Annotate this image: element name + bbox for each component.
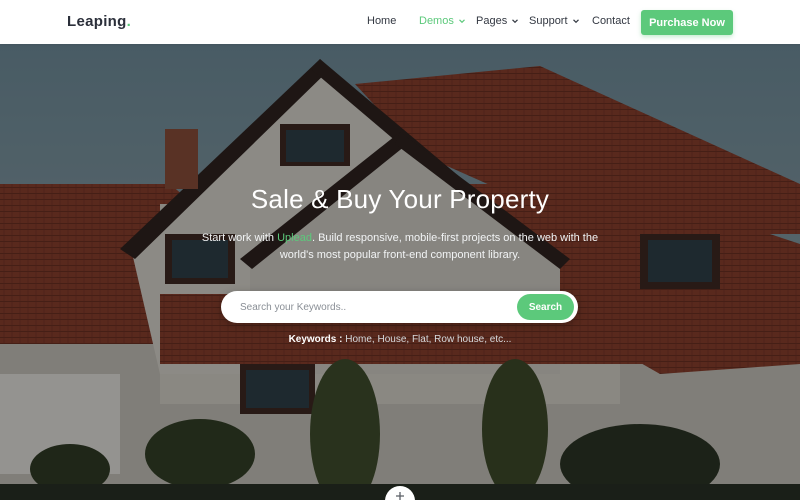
nav-demos-label: Demos <box>419 15 454 27</box>
plus-icon <box>396 492 404 500</box>
nav-contact[interactable]: Contact <box>592 15 630 27</box>
search-button[interactable]: Search <box>517 294 574 320</box>
keywords-line: Keywords : Home, House, Flat, Row house,… <box>0 334 800 345</box>
nav-contact-label: Contact <box>592 15 630 27</box>
hero-desc-start: Start work with <box>201 232 278 244</box>
hero-desc-end: . Build responsive, mobile-first project… <box>279 232 599 261</box>
nav-pages[interactable]: Pages <box>476 15 519 27</box>
chevron-down-icon <box>512 19 519 24</box>
nav-support-label: Support <box>529 15 568 27</box>
purchase-now-button[interactable]: Purchase Now <box>641 10 733 35</box>
chevron-down-icon <box>572 19 579 24</box>
hero-title: Sale & Buy Your Property <box>250 184 550 214</box>
logo[interactable]: Leaping. <box>67 13 131 30</box>
navbar: Leaping. Home Demos Pages Support Contac… <box>0 0 800 44</box>
nav-support[interactable]: Support <box>529 15 580 27</box>
nav-home-label: Home <box>367 15 397 27</box>
keywords-list: Home, House, Flat, Row house, etc... <box>342 334 512 345</box>
keywords-label: Keywords : <box>288 334 343 345</box>
nav-demos[interactable]: Demos <box>419 15 466 27</box>
nav-home[interactable]: Home <box>367 15 396 27</box>
hero-description: Start work with Uplead. Build responsive… <box>200 230 600 264</box>
logo-dot: . <box>126 13 132 30</box>
chevron-down-icon <box>458 19 465 24</box>
hero-desc-highlight[interactable]: Uplead <box>277 232 312 244</box>
hero-dark-overlay <box>0 44 800 500</box>
logo-text: Leaping <box>67 13 127 30</box>
hero-section: Sale & Buy Your Property Start work with… <box>0 44 800 500</box>
search-bar: Search <box>221 291 578 323</box>
nav-pages-label: Pages <box>476 15 508 27</box>
search-input[interactable] <box>221 291 511 323</box>
